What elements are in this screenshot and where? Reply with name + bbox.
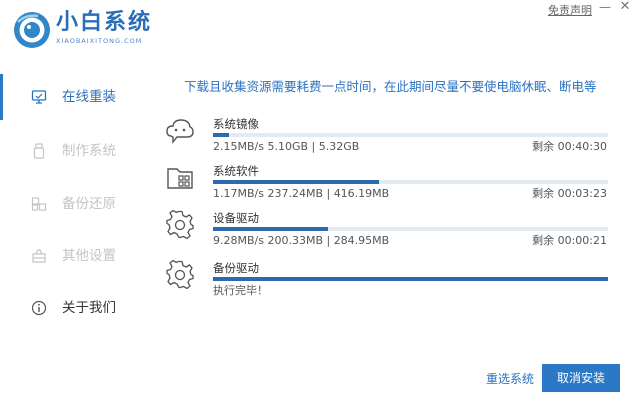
task-system-image: 系统镜像 2.15MB/s 5.10GB | 5.32GB 剩余 00:40:3… (165, 116, 610, 164)
progress-fill (213, 227, 328, 231)
sidebar-item-label: 关于我们 (62, 300, 116, 316)
sidebar-item-backup-restore[interactable]: 备份还原 (0, 191, 150, 217)
cancel-install-button[interactable]: 取消安装 (542, 364, 620, 392)
task-remaining: 剩余 00:00:21 (532, 234, 607, 247)
task-name: 设备驱动 (213, 211, 259, 225)
sidebar-item-label: 制作系统 (62, 143, 116, 159)
task-name: 系统软件 (213, 164, 259, 178)
progress-track (213, 227, 608, 231)
task-system-software: 系统软件 1.17MB/s 237.24MB | 416.19MB 剩余 00:… (165, 163, 610, 211)
gear-icon (166, 260, 194, 290)
progress-fill (213, 180, 379, 184)
progress-fill (213, 277, 608, 281)
sidebar-item-make-system[interactable]: 制作系统 (0, 138, 150, 164)
brand-title: 小白系统 (56, 10, 153, 35)
task-stats: 1.17MB/s 237.24MB | 416.19MB (213, 187, 390, 200)
brand: 小白系统 XIAOBAIXITONG.COM (56, 10, 152, 46)
usb-drive-icon (33, 143, 45, 159)
task-stats: 9.28MB/s 200.33MB | 284.95MB (213, 234, 390, 247)
progress-fill (213, 133, 229, 137)
task-backup-driver: 备份驱动 执行完毕！ (165, 260, 610, 308)
close-button[interactable]: ✕ (618, 0, 632, 14)
brand-subtitle: XIAOBAIXITONG.COM (56, 37, 143, 45)
task-name: 系统镜像 (213, 117, 259, 131)
task-remaining: 剩余 00:03:23 (532, 187, 607, 200)
backup-icon (31, 197, 47, 211)
minimize-button[interactable]: — (598, 0, 612, 14)
sidebar-item-label: 备份还原 (62, 196, 116, 212)
task-name: 备份驱动 (213, 261, 259, 275)
installer-window: 小白系统 XIAOBAIXITONG.COM 免责声明 — ✕ 在线重装 制作系… (0, 0, 640, 402)
task-device-driver: 设备驱动 9.28MB/s 200.33MB | 284.95MB 剩余 00:… (165, 210, 610, 258)
progress-track (213, 180, 608, 184)
sidebar-item-other-settings[interactable]: 其他设置 (0, 243, 150, 269)
sidebar-item-label: 其他设置 (62, 248, 116, 264)
download-notice: 下载且收集资源需要耗费一点时间，在此期间尽量不要使电脑休眠、断电等 (184, 79, 597, 94)
settings-box-icon (32, 249, 46, 263)
sidebar: 在线重装 制作系统 备份还原 其他设置 关于我们 (0, 74, 150, 334)
task-stats: 2.15MB/s 5.10GB | 5.32GB (213, 140, 360, 153)
monitor-icon (31, 90, 47, 104)
info-icon (31, 300, 47, 316)
task-status: 执行完毕！ (213, 284, 268, 297)
task-remaining: 剩余 00:40:30 (532, 140, 607, 153)
xiaobai-logo-icon (14, 12, 50, 48)
progress-track (213, 133, 608, 137)
sidebar-item-label: 在线重装 (62, 89, 116, 105)
software-folder-icon (167, 168, 193, 189)
reselect-system-link[interactable]: 重选系统 (486, 372, 534, 386)
sidebar-item-about-us[interactable]: 关于我们 (0, 295, 150, 321)
gear-icon (166, 210, 194, 240)
disclaimer-link[interactable]: 免责声明 (548, 2, 592, 18)
progress-track (213, 277, 608, 281)
sidebar-item-online-reinstall[interactable]: 在线重装 (0, 84, 150, 110)
cloud-chat-icon (166, 119, 194, 144)
